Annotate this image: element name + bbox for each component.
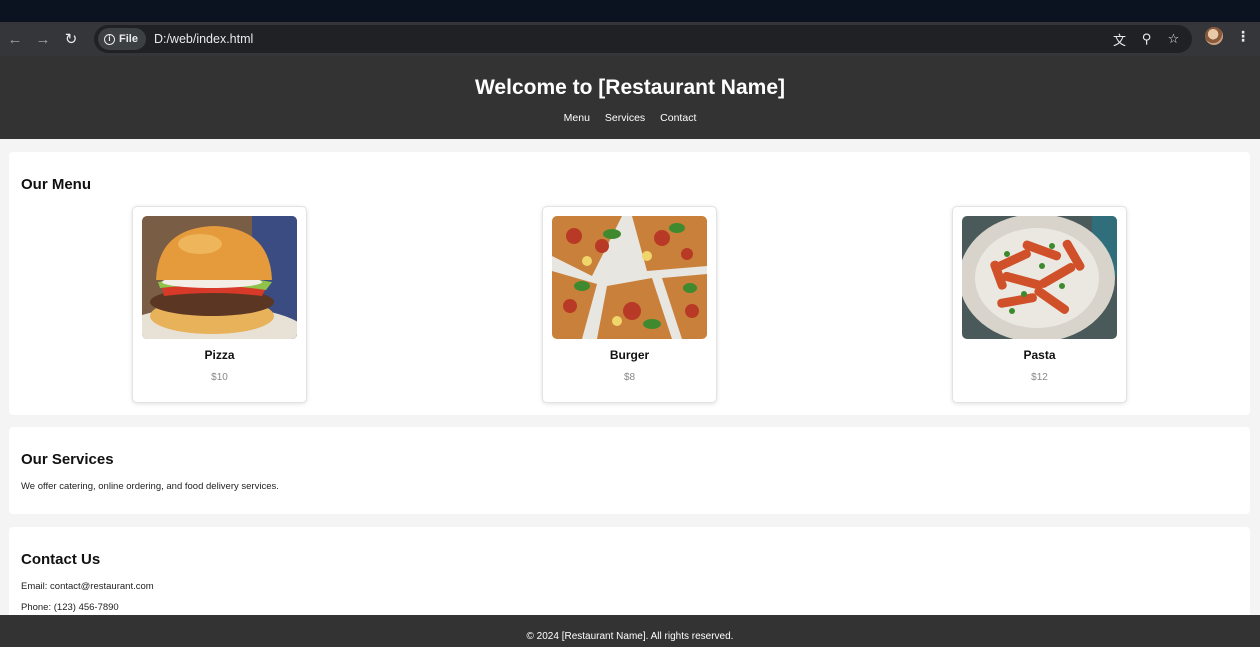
translate-icon[interactable]: 文 xyxy=(1111,30,1128,49)
services-section: Our Services We offer catering, online o… xyxy=(9,427,1250,514)
os-title-strip xyxy=(0,0,1260,22)
nav-link-menu[interactable]: Menu xyxy=(564,112,590,124)
menu-item-card[interactable]: Burger $8 xyxy=(542,206,717,403)
address-bar[interactable]: i File D:/web/index.html 文 ⚲ ☆ xyxy=(94,25,1192,53)
pizza-photo xyxy=(552,216,707,339)
contact-phone: Phone: (123) 456-7890 xyxy=(21,602,119,613)
info-icon: i xyxy=(104,33,115,45)
services-heading: Our Services xyxy=(21,451,114,468)
menu-item-price: $12 xyxy=(1031,372,1048,383)
menu-item-card[interactable]: Pasta $12 xyxy=(952,206,1127,403)
footer-text: © 2024 [Restaurant Name]. All rights res… xyxy=(526,631,734,642)
browser-toolbar: ← → ↻ i File D:/web/index.html 文 ⚲ ☆ ⋮ xyxy=(0,22,1260,56)
main-nav: Menu Services Contact xyxy=(0,112,1260,124)
menu-item-name: Burger xyxy=(609,348,650,362)
profile-avatar[interactable] xyxy=(1205,27,1223,45)
url-text[interactable]: D:/web/index.html xyxy=(154,32,253,46)
zoom-icon[interactable]: ⚲ xyxy=(1138,31,1155,47)
page-title: Welcome to [Restaurant Name] xyxy=(474,76,786,99)
contact-email: Email: contact@restaurant.com xyxy=(21,581,154,592)
services-text: We offer catering, online ordering, and … xyxy=(21,481,279,492)
pasta-photo xyxy=(962,216,1117,339)
menu-heading: Our Menu xyxy=(21,176,91,193)
star-icon[interactable]: ☆ xyxy=(1165,31,1182,47)
menu-item-name: Pasta xyxy=(1023,348,1056,362)
reload-icon[interactable]: ↻ xyxy=(57,25,85,53)
burger-photo xyxy=(142,216,297,339)
kebab-menu-icon[interactable]: ⋮ xyxy=(1236,28,1250,45)
menu-item-price: $10 xyxy=(211,372,228,383)
menu-item-price: $8 xyxy=(623,372,636,383)
nav-link-contact[interactable]: Contact xyxy=(660,112,696,124)
contact-section: Contact Us Email: contact@restaurant.com… xyxy=(9,527,1250,627)
menu-item-card[interactable]: Pizza $10 xyxy=(132,206,307,403)
nav-link-services[interactable]: Services xyxy=(605,112,645,124)
forward-arrow-icon[interactable]: → xyxy=(29,25,57,53)
menu-item-name: Pizza xyxy=(204,348,235,362)
contact-heading: Contact Us xyxy=(21,551,101,568)
site-info-label: File xyxy=(119,33,138,45)
back-arrow-icon[interactable]: ← xyxy=(1,25,29,53)
site-header: Welcome to [Restaurant Name] Menu Servic… xyxy=(0,56,1260,139)
menu-section: Our Menu Pizza $10 Burger $8 Pasta $12 xyxy=(9,152,1250,415)
site-footer: © 2024 [Restaurant Name]. All rights res… xyxy=(0,615,1260,647)
site-info-chip[interactable]: i File xyxy=(98,28,146,50)
